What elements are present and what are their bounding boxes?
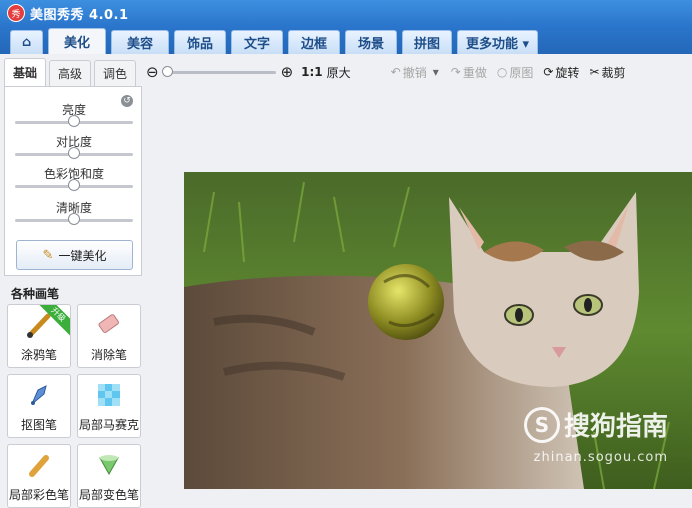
tab-collage[interactable]: 拼图 [402,30,452,54]
app-title: 美图秀秀 4.0.1 [30,7,129,23]
subtab-advanced[interactable]: 高级 [49,60,91,86]
watermark-brand: 搜狗指南 [563,412,668,442]
photo-preview[interactable]: S 搜狗指南 zhinan.sogou.com [184,172,692,489]
home-icon: ⌂ [21,35,32,50]
home-tab[interactable]: ⌂ [10,30,43,54]
one-click-beautify-button[interactable]: ✎ 一键美化 [16,240,133,270]
undo-history-dropdown[interactable]: ▾ [433,65,439,79]
undo-button[interactable]: ↶ 撤销 [391,64,427,81]
mosaic-brush-label: 局部马赛克 [78,418,139,432]
tab-beautify[interactable]: 美化 [48,28,106,54]
redo-icon: ↷ [450,65,461,79]
brushes-title: 各种画笔 [11,287,60,301]
brightness-slider[interactable] [15,115,133,127]
rotate-label: 旋转 [555,65,580,80]
crop-button[interactable]: ✂ 裁剪 [589,64,625,81]
redo-label: 重做 [462,65,487,80]
watermark: S 搜狗指南 [523,406,668,443]
saturation-slider[interactable] [15,179,133,191]
saturation-slider-handle[interactable] [68,179,80,191]
original-image-button[interactable]: ○ 原图 [497,64,534,81]
eraser-icon [94,310,124,340]
tab-scene[interactable]: 场景 [345,30,397,54]
brightness-slider-handle[interactable] [68,115,80,127]
adjust-panel: ↺ 亮度 对比度 色彩饱和度 清晰度 ✎ 一键美化 [4,86,142,276]
ratio-label: 1:1 [301,65,323,79]
watermark-url: zhinan.sogou.com [533,450,668,465]
brightness-slider-group: 亮度 [15,101,133,127]
pen-tool-icon [24,380,54,410]
tab-frame[interactable]: 边框 [288,30,340,54]
undo-icon: ↶ [390,65,401,79]
main-tab-bar: ⌂ 美化 美容 饰品 文字 边框 场景 拼图 更多功能 ▾ [0,26,692,54]
crop-label: 裁剪 [601,65,626,80]
app-logo: 秀 [7,4,25,22]
zoom-in-icon[interactable]: ⊕ [281,63,294,81]
eraser-brush-button[interactable]: 消除笔 [77,304,141,368]
sharpness-slider-handle[interactable] [68,213,80,225]
doodle-brush-label: 涂鸦笔 [20,348,57,362]
local-recolor-brush-button[interactable]: 局部变色笔 [77,444,141,508]
cutout-brush-label: 抠图笔 [20,418,57,432]
local-color-brush-button[interactable]: 局部彩色笔 [7,444,71,508]
magic-wand-icon: ✎ [42,247,54,263]
sogou-logo-icon: S [523,406,560,443]
zoom-slider[interactable] [161,65,276,77]
tab-more-features[interactable]: 更多功能 ▾ [457,30,539,54]
sharpness-slider-group: 清晰度 [15,199,133,225]
zoom-out-icon[interactable]: ⊖ [146,63,159,81]
mosaic-icon [94,380,124,410]
cutout-brush-button[interactable]: 抠图笔 [7,374,71,438]
contrast-slider-handle[interactable] [68,147,80,159]
saturation-slider-group: 色彩饱和度 [15,165,133,191]
tab-accessories[interactable]: 饰品 [174,30,226,54]
sub-tab-bar: 基础 高级 调色 [4,58,144,86]
subtab-color[interactable]: 调色 [94,60,136,86]
left-panel: 基础 高级 调色 ↺ 亮度 对比度 色彩饱和度 清晰度 ✎ 一键美化 各种画笔 … [4,58,144,508]
color-change-icon [94,450,124,480]
sharpness-slider[interactable] [15,213,133,225]
doodle-brush-button[interactable]: 升级 涂鸦笔 [7,304,71,368]
contrast-slider-group: 对比度 [15,133,133,159]
undo-label: 撤销 [402,65,427,80]
original-size-button[interactable]: 1:1 原大 [301,64,351,81]
tab-text[interactable]: 文字 [231,30,283,54]
chevron-down-icon: ▾ [432,65,439,79]
redo-button[interactable]: ↷ 重做 [451,64,487,81]
color-brush-icon [24,450,54,480]
mosaic-brush-button[interactable]: 局部马赛克 [77,374,141,438]
subtab-basic[interactable]: 基础 [4,58,46,86]
image-toolbar: ⊖ ⊕ 1:1 原大 ↶ 撤销 ▾ ↷ 重做 ○ 原图 ⟳ 旋转 ✂ 裁剪 [146,58,692,86]
zoom-slider-handle[interactable] [161,65,173,77]
canvas-area[interactable]: S 搜狗指南 zhinan.sogou.com [146,88,692,489]
one-click-label: 一键美化 [58,248,107,263]
rotate-icon: ⟳ [543,65,554,79]
tab-makeup[interactable]: 美容 [111,30,169,54]
original-image-label: 原图 [509,65,534,80]
eraser-brush-label: 消除笔 [90,348,127,362]
original-image-icon: ○ [496,65,508,79]
scissors-icon: ✂ [589,65,600,79]
original-size-label: 原大 [326,65,351,80]
contrast-slider[interactable] [15,147,133,159]
rotate-button[interactable]: ⟳ 旋转 [543,64,579,81]
title-bar: 秀 美图秀秀 4.0.1 [0,0,692,26]
